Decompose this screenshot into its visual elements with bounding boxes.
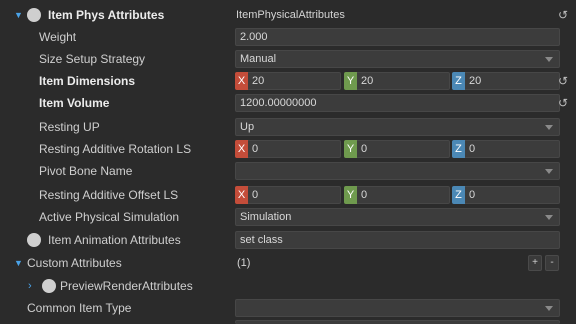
circle-icon xyxy=(27,8,41,22)
axis-z-badge: Z xyxy=(452,186,465,204)
rotation-x-field[interactable]: 0 xyxy=(248,140,341,158)
size-setup-strategy-dropdown[interactable]: Manual xyxy=(235,50,560,68)
row-custom-attributes: ▼ Custom Attributes (1) + - xyxy=(0,252,576,274)
axis-y-badge: Y xyxy=(344,186,357,204)
rotation-z-field[interactable]: 0 xyxy=(465,140,560,158)
row-item-volume: Item Volume 1200.00000000 ↺ xyxy=(0,92,576,114)
reset-arrow-icon[interactable]: ↺ xyxy=(556,73,570,89)
item-dimensions-z-field[interactable]: 20 xyxy=(465,72,560,90)
resting-additive-rotation-label: Resting Additive Rotation LS xyxy=(39,142,192,156)
active-physical-simulation-label: Active Physical Simulation xyxy=(39,210,180,224)
row-resting-up: Resting UP Up xyxy=(0,116,576,138)
item-phys-attributes-label: Item Phys Attributes xyxy=(48,8,165,22)
circle-icon xyxy=(27,233,41,247)
axis-x-badge: X xyxy=(235,140,248,158)
item-animation-attributes-label: Item Animation Attributes xyxy=(48,233,181,247)
pivot-bone-name-dropdown[interactable] xyxy=(235,162,560,180)
resting-up-value: Up xyxy=(240,121,255,133)
reset-arrow-icon[interactable]: ↺ xyxy=(556,95,570,111)
row-item-dimensions: Item Dimensions X 20 Y 20 Z 20 ↺ xyxy=(0,70,576,92)
row-item-phys-attributes: ▼ Item Phys Attributes ItemPhysicalAttri… xyxy=(0,4,576,26)
common-item-type-label: Common Item Type xyxy=(27,301,132,315)
custom-attributes-label: Custom Attributes xyxy=(27,256,122,270)
preview-render-attributes-label: PreviewRenderAttributes xyxy=(60,279,193,293)
remove-element-button[interactable]: - xyxy=(545,255,559,271)
weight-label: Weight xyxy=(39,30,77,44)
row-resting-additive-rotation: Resting Additive Rotation LS X 0 Y 0 Z 0 xyxy=(0,138,576,160)
add-element-button[interactable]: + xyxy=(528,255,542,271)
row-item-animation-attributes: Item Animation Attributes set class xyxy=(0,229,576,251)
properties-panel: ▼ Item Phys Attributes ItemPhysicalAttri… xyxy=(0,0,576,324)
caret-down-icon xyxy=(543,300,555,316)
row-resting-additive-offset: Resting Additive Offset LS X 0 Y 0 Z 0 xyxy=(0,184,576,206)
axis-y-badge: Y xyxy=(344,72,357,90)
active-physical-simulation-value: Simulation xyxy=(240,211,292,223)
caret-down-icon xyxy=(543,209,555,225)
size-setup-strategy-value: Manual xyxy=(240,53,277,65)
axis-y-badge: Y xyxy=(344,140,357,158)
row-weight: Weight 2.000 xyxy=(0,26,576,48)
size-setup-strategy-label: Size Setup Strategy xyxy=(39,52,146,66)
axis-z-badge: Z xyxy=(452,140,465,158)
resting-additive-offset-label: Resting Additive Offset LS xyxy=(39,188,179,202)
row-active-physical-simulation: Active Physical Simulation Simulation xyxy=(0,206,576,228)
offset-x-field[interactable]: 0 xyxy=(248,186,341,204)
common-item-type-dropdown[interactable] xyxy=(235,299,560,317)
axis-z-badge: Z xyxy=(452,72,465,90)
item-dimensions-y-field[interactable]: 20 xyxy=(357,72,450,90)
triangle-down-icon[interactable]: ▼ xyxy=(14,4,23,26)
offset-z-field[interactable]: 0 xyxy=(465,186,560,204)
row-preview-render-attributes: › PreviewRenderAttributes xyxy=(0,275,576,297)
resting-up-label: Resting UP xyxy=(39,120,100,134)
caret-down-icon xyxy=(543,51,555,67)
next-row-field[interactable] xyxy=(235,320,560,324)
active-physical-simulation-dropdown[interactable]: Simulation xyxy=(235,208,560,226)
pivot-bone-name-label: Pivot Bone Name xyxy=(39,164,133,178)
item-phys-attributes-value: ItemPhysicalAttributes xyxy=(236,9,345,21)
axis-x-badge: X xyxy=(235,72,248,90)
caret-down-icon xyxy=(543,119,555,135)
reset-arrow-icon[interactable]: ↺ xyxy=(556,7,570,23)
axis-x-badge: X xyxy=(235,186,248,204)
row-size-setup-strategy: Size Setup Strategy Manual xyxy=(0,48,576,70)
custom-attributes-count: (1) xyxy=(237,257,251,269)
caret-down-icon xyxy=(543,163,555,179)
offset-y-field[interactable]: 0 xyxy=(357,186,450,204)
chevron-right-icon[interactable]: › xyxy=(28,275,32,297)
item-dimensions-label: Item Dimensions xyxy=(39,74,136,88)
item-dimensions-x-field[interactable]: 20 xyxy=(248,72,341,90)
item-volume-field[interactable]: 1200.00000000 xyxy=(235,94,560,112)
weight-field[interactable]: 2.000 xyxy=(235,28,560,46)
item-volume-label: Item Volume xyxy=(39,96,110,110)
rotation-y-field[interactable]: 0 xyxy=(357,140,450,158)
row-pivot-bone-name: Pivot Bone Name xyxy=(0,160,576,182)
circle-icon xyxy=(42,279,56,293)
triangle-down-icon[interactable]: ▼ xyxy=(14,252,23,274)
resting-up-dropdown[interactable]: Up xyxy=(235,118,560,136)
item-animation-attributes-field[interactable]: set class xyxy=(235,231,560,249)
row-common-item-type: Common Item Type xyxy=(0,297,576,319)
